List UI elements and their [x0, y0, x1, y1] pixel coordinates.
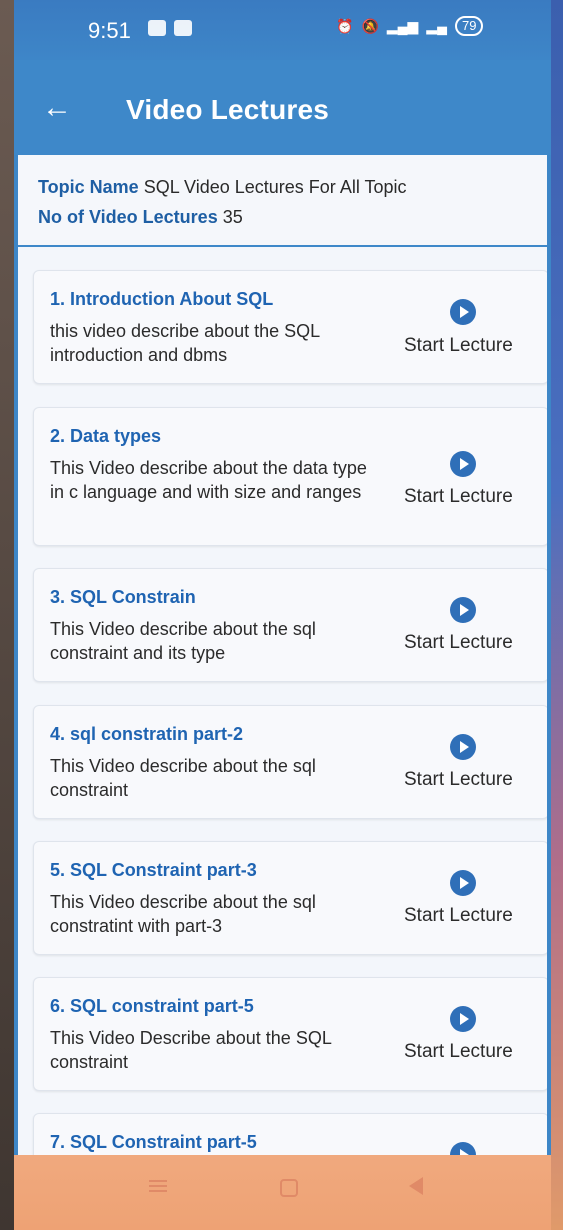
start-lecture-button[interactable]: Start Lecture [404, 769, 513, 791]
lecture-title: 1. Introduction About SQL [50, 289, 274, 309]
lecture-title: 5. SQL Constraint part-3 [50, 860, 257, 880]
lecture-description: This Video describe about the sql constr… [50, 756, 316, 800]
home-icon[interactable] [280, 1179, 298, 1197]
lecture-count-label: No of Video Lectures [38, 207, 218, 227]
start-lecture-button[interactable]: Start Lecture [404, 486, 513, 508]
signal-icon: ▂▄▆ [386, 17, 419, 34]
lecture-count-row: No of Video Lectures 35 [38, 207, 243, 228]
start-lecture-button[interactable]: Start Lecture [404, 1041, 513, 1063]
play-icon[interactable] [450, 734, 476, 760]
play-icon[interactable] [450, 1142, 476, 1155]
lecture-title: 3. SQL Constrain [50, 587, 196, 607]
status-bar: 9:51 ⏰ 🔕 ▂▄▆ ▂▄ 79 [14, 0, 551, 60]
play-icon[interactable] [450, 1006, 476, 1032]
facebook-icon [148, 20, 166, 36]
recent-apps-icon[interactable] [149, 1177, 167, 1195]
system-nav-bar [14, 1155, 551, 1230]
notification-icons [148, 20, 192, 36]
mute-icon: 🔕 [361, 17, 379, 34]
photo-frame-left [0, 0, 14, 1230]
lecture-title: 4. sql constratin part-2 [50, 724, 244, 744]
lecture-card[interactable]: 6. SQL constraint part-5 This Video Desc… [33, 977, 547, 1091]
start-lecture-button[interactable]: Start Lecture [404, 632, 513, 654]
lecture-title: 2. Data types [50, 426, 162, 446]
phone-screen: 9:51 ⏰ 🔕 ▂▄▆ ▂▄ 79 ← Video Lectures Topi… [14, 0, 551, 1230]
lecture-card[interactable]: 3. SQL Constrain This Video describe abo… [33, 568, 547, 682]
wifi-icon: ▂▄ [426, 17, 448, 34]
photo-frame-right [551, 0, 563, 1230]
lecture-title: 7. SQL Constraint part-5 [50, 1132, 257, 1152]
lecture-card[interactable]: 4. sql constratin part-2 This Video desc… [33, 705, 547, 819]
lecture-card[interactable]: 7. SQL Constraint part-5 [33, 1113, 547, 1155]
play-icon[interactable] [450, 451, 476, 477]
lecture-card[interactable]: 5. SQL Constraint part-3 This Video desc… [33, 841, 547, 955]
lecture-description: This Video describe about the sql constr… [50, 892, 316, 936]
play-icon[interactable] [450, 597, 476, 623]
app-bar: ← Video Lectures [14, 60, 551, 155]
lecture-count-value: 35 [222, 207, 243, 227]
play-icon[interactable] [450, 870, 476, 896]
status-time: 9:51 [88, 18, 131, 43]
lecture-description: this video describe about the SQL introd… [50, 321, 320, 365]
lecture-title: 6. SQL constraint part-5 [50, 996, 254, 1016]
topic-name-value: SQL Video Lectures For All Topic [143, 177, 407, 197]
system-icons: ⏰ 🔕 ▂▄▆ ▂▄ 79 [336, 16, 484, 36]
lecture-description: This Video describe about the sql constr… [50, 619, 316, 663]
message-icon [174, 20, 192, 36]
topic-header: Topic Name SQL Video Lectures For All To… [18, 155, 547, 247]
start-lecture-button[interactable]: Start Lecture [404, 905, 513, 927]
topic-name-row: Topic Name SQL Video Lectures For All To… [38, 177, 407, 198]
lecture-description: This Video Describe about the SQL constr… [50, 1028, 332, 1072]
start-lecture-button[interactable]: Start Lecture [404, 335, 513, 357]
alarm-icon: ⏰ [336, 17, 354, 34]
page-title: Video Lectures [126, 94, 330, 125]
lecture-card[interactable]: 1. Introduction About SQL this video des… [33, 270, 547, 384]
lecture-card[interactable]: 2. Data types This Video describe about … [33, 407, 547, 546]
lecture-description: This Video describe about the data type … [50, 458, 367, 502]
play-icon[interactable] [450, 299, 476, 325]
lecture-list-area[interactable]: Topic Name SQL Video Lectures For All To… [18, 155, 547, 1155]
arrow-left-icon[interactable]: ← [42, 88, 82, 128]
battery-indicator: 79 [455, 16, 484, 36]
back-triangle-icon[interactable] [409, 1177, 423, 1195]
topic-name-label: Topic Name [38, 177, 139, 197]
